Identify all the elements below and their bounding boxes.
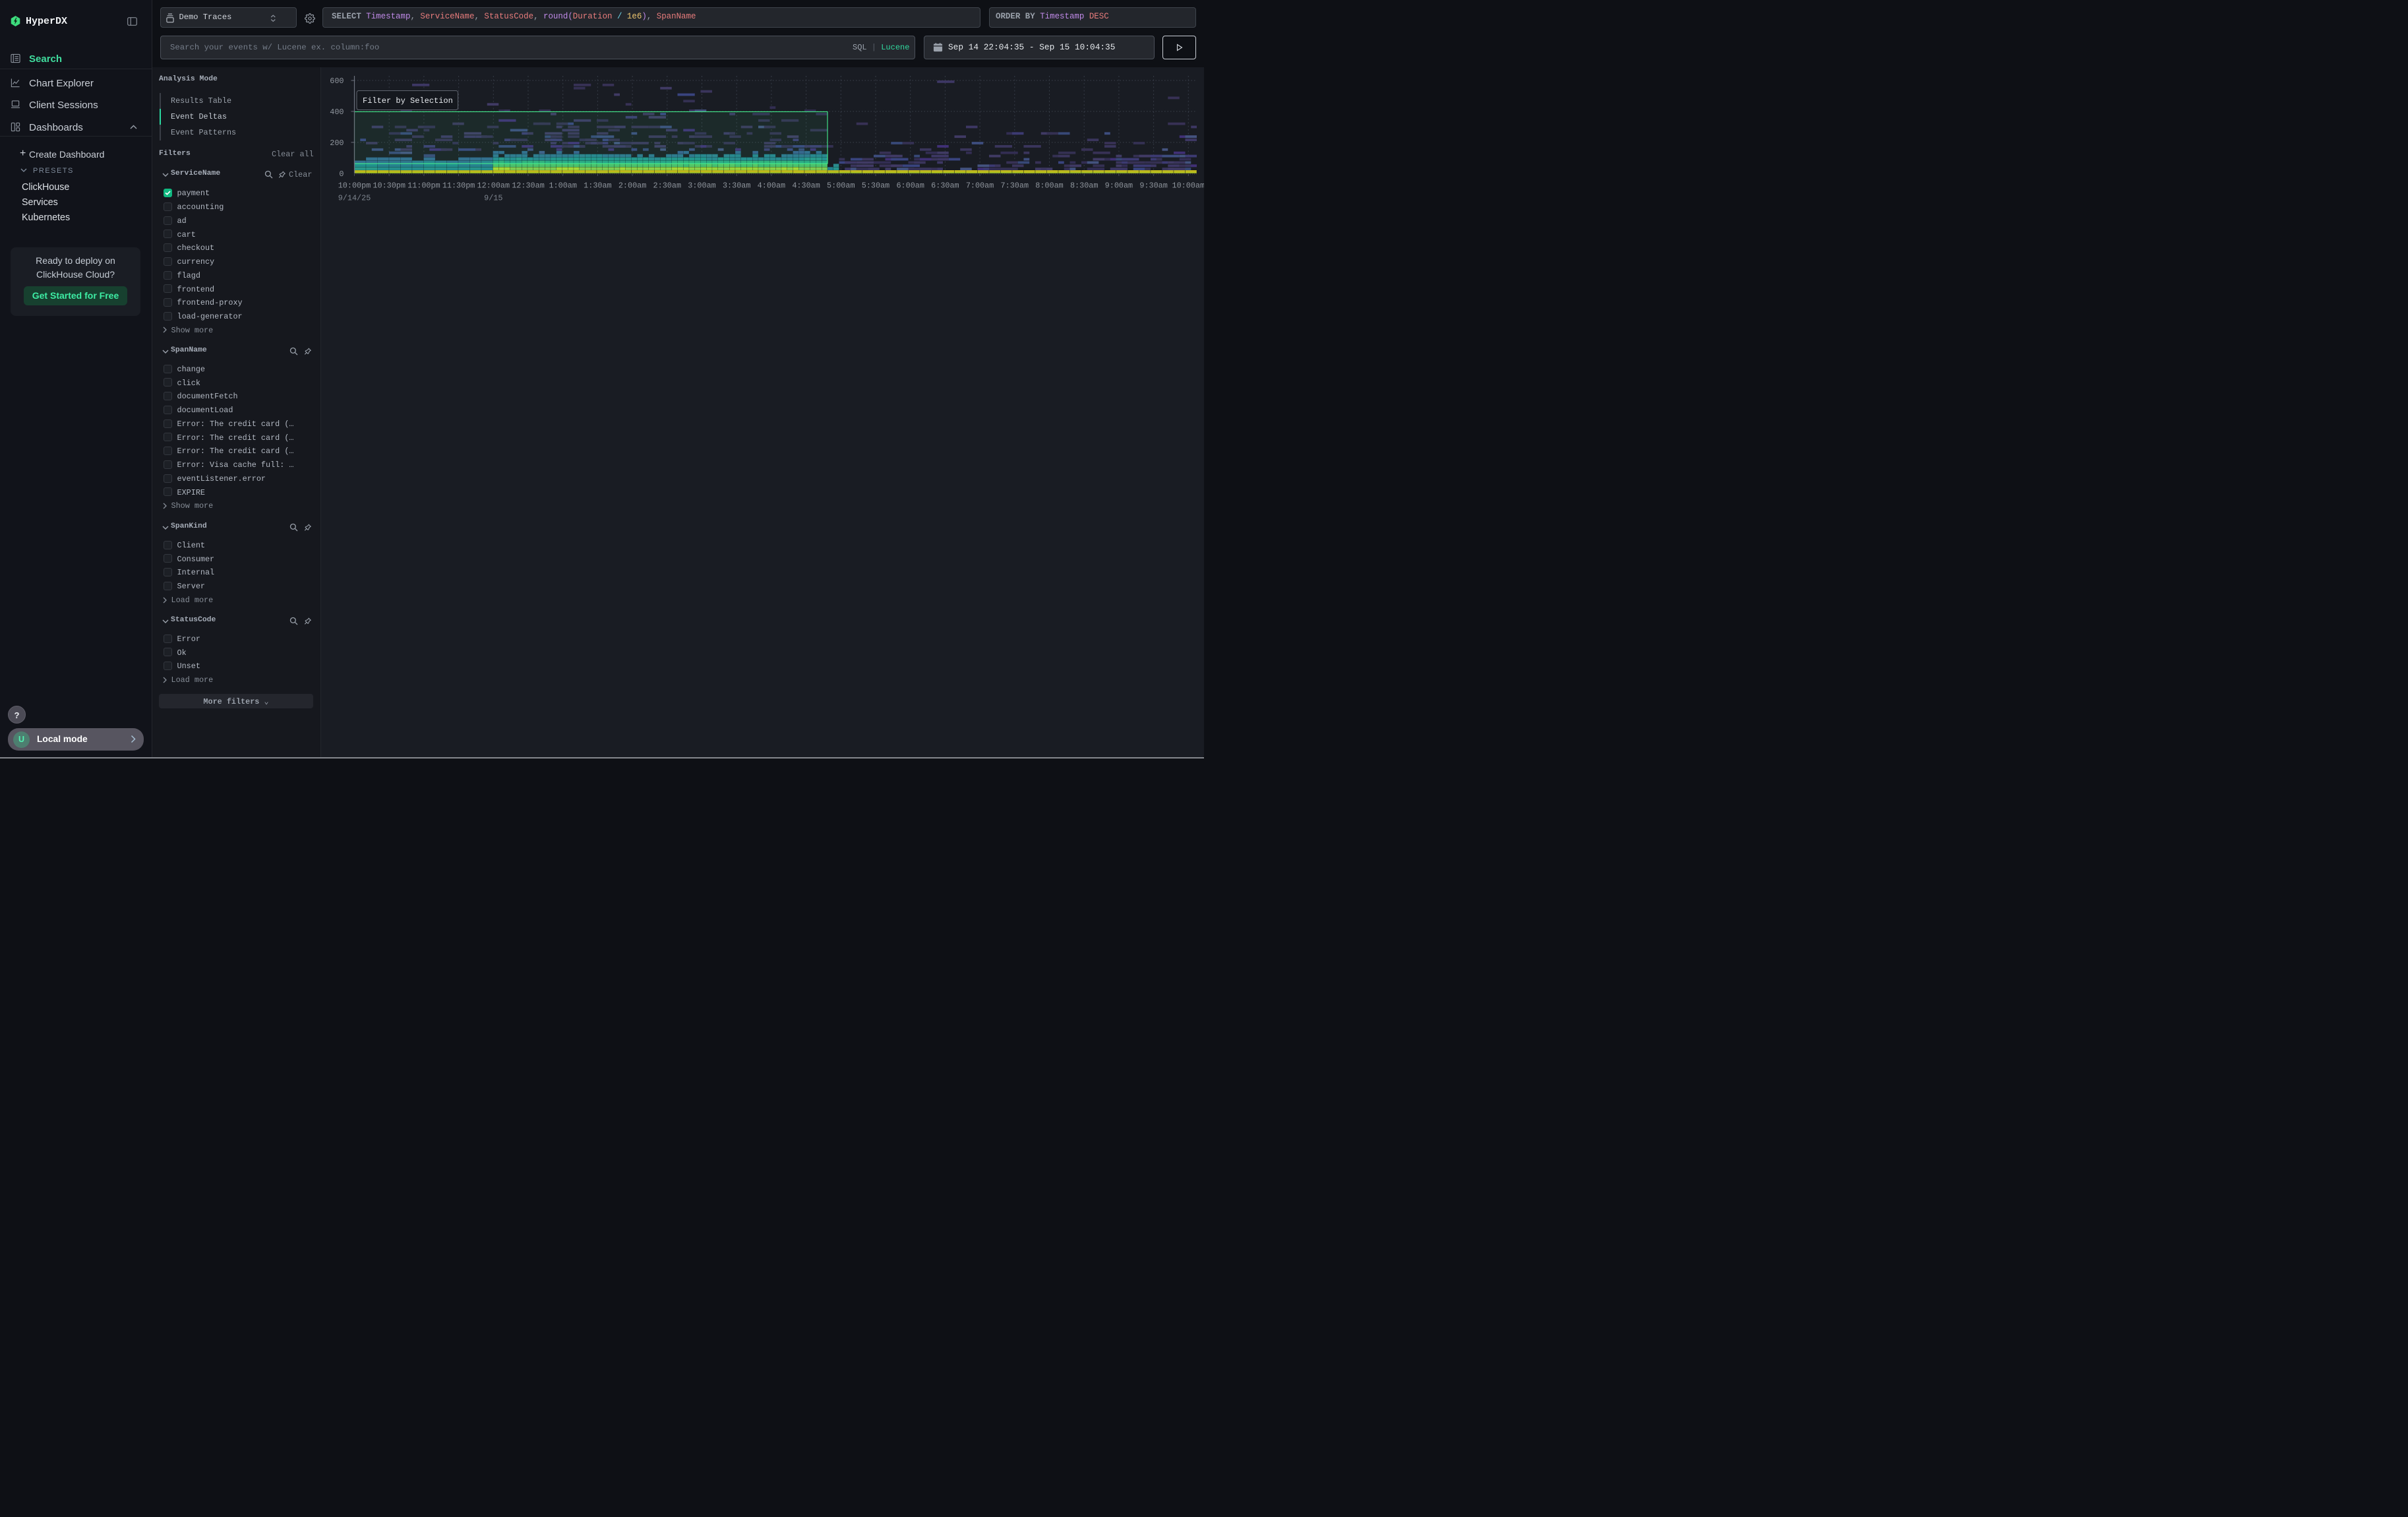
svg-text:400: 400 [330,108,344,117]
svg-text:8:00am: 8:00am [1035,181,1063,191]
svg-text:1:30am: 1:30am [584,181,611,191]
svg-text:10:30pm: 10:30pm [373,181,406,191]
svg-text:4:00am: 4:00am [758,181,785,191]
svg-text:10:00pm: 10:00pm [338,181,371,191]
svg-text:600: 600 [330,77,344,86]
svg-text:11:00pm: 11:00pm [407,181,440,191]
svg-text:5:30am: 5:30am [862,181,889,191]
svg-text:7:00am: 7:00am [966,181,994,191]
svg-text:12:00am: 12:00am [477,181,510,191]
svg-text:10:00am: 10:00am [1172,181,1204,191]
svg-text:3:30am: 3:30am [723,181,750,191]
svg-text:1:00am: 1:00am [549,181,576,191]
svg-text:6:30am: 6:30am [931,181,959,191]
svg-text:2:00am: 2:00am [618,181,646,191]
svg-text:9/14/25: 9/14/25 [338,194,371,203]
svg-text:9:30am: 9:30am [1139,181,1167,191]
svg-text:8:30am: 8:30am [1070,181,1098,191]
svg-text:7:30am: 7:30am [1001,181,1029,191]
svg-text:4:30am: 4:30am [792,181,820,191]
svg-text:3:00am: 3:00am [688,181,715,191]
svg-text:Filter by Selection: Filter by Selection [363,96,453,106]
svg-text:200: 200 [330,139,344,148]
svg-text:0: 0 [339,170,344,179]
svg-text:9/15: 9/15 [484,194,502,203]
svg-text:11:30pm: 11:30pm [442,181,475,191]
svg-text:9:00am: 9:00am [1105,181,1133,191]
svg-text:12:30am: 12:30am [512,181,545,191]
svg-text:6:00am: 6:00am [896,181,924,191]
svg-text:5:00am: 5:00am [827,181,855,191]
svg-text:2:30am: 2:30am [653,181,681,191]
